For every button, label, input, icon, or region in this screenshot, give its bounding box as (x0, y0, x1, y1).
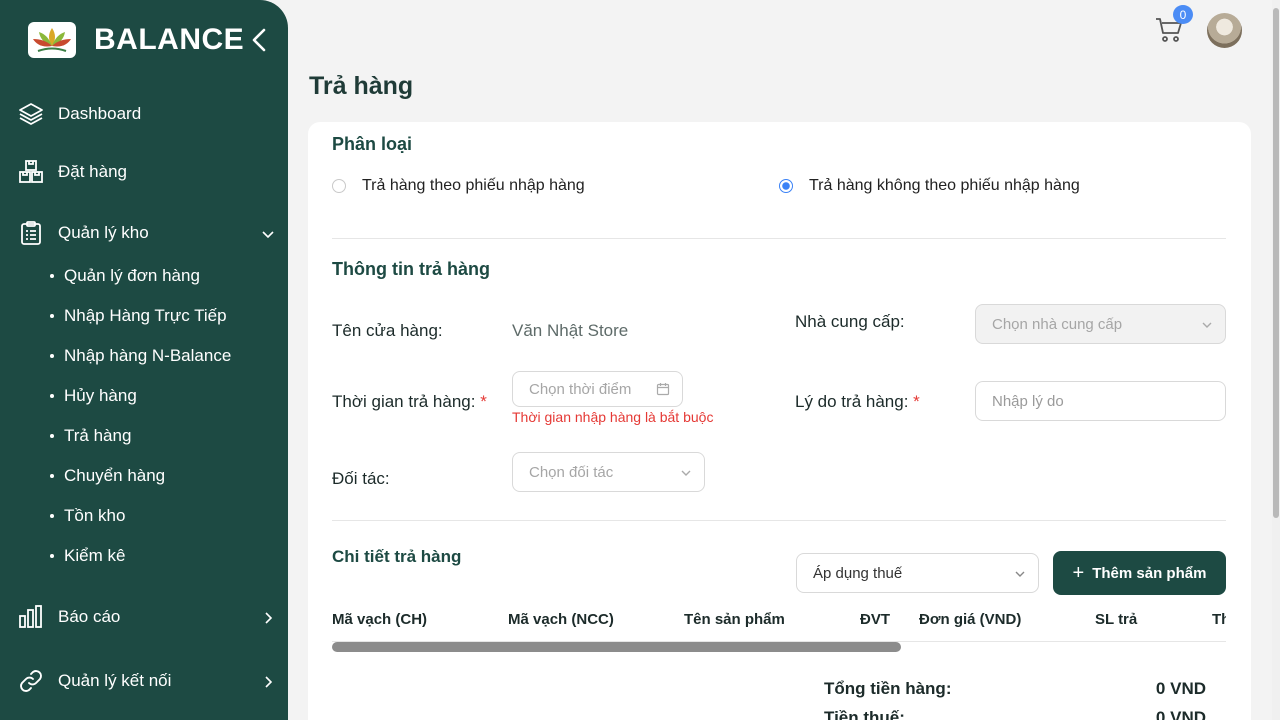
sidebar: BALANCE Dashboard Đặt hàng Quản lý kho Q… (0, 0, 288, 720)
subtotal-value: 0 VND (1155, 679, 1206, 698)
chevron-down-icon (1201, 318, 1213, 330)
store-label: Tên cửa hàng: (332, 321, 443, 340)
sidebar-subitem-cancel[interactable]: Hủy hàng (50, 386, 137, 406)
sidebar-item-reports[interactable]: Báo cáo (18, 604, 120, 630)
divider (332, 520, 1226, 521)
chevron-down-icon[interactable] (260, 226, 276, 242)
link-icon (18, 668, 44, 694)
partner-select[interactable]: Chọn đối tác (512, 452, 705, 492)
boxes-icon (18, 159, 44, 185)
column-header: Mã vạch (NCC) (508, 611, 614, 628)
calendar-icon (656, 382, 670, 396)
column-header: ĐVT (860, 611, 890, 628)
plus-icon: + (1072, 561, 1085, 584)
column-header: Đơn giá (VND) (919, 611, 1022, 628)
collapse-sidebar-icon[interactable] (246, 26, 274, 54)
return-form-card (308, 122, 1251, 720)
vertical-scrollbar-thumb[interactable] (1273, 8, 1279, 518)
brand-name: BALANCE (94, 23, 245, 56)
avatar[interactable] (1207, 13, 1242, 48)
return-info-title: Thông tin trả hàng (332, 259, 490, 279)
cart-count-badge: 0 (1173, 5, 1193, 24)
sidebar-subitem-transfer[interactable]: Chuyển hàng (50, 466, 165, 486)
radio-button-selected[interactable] (779, 179, 793, 193)
lotus-logo-icon (28, 22, 76, 58)
return-time-picker[interactable]: Chọn thời điểm (512, 371, 683, 407)
store-value: Văn Nhật Store (512, 321, 629, 340)
sidebar-item-label: Báo cáo (58, 607, 121, 626)
page-title: Trả hàng (309, 72, 414, 100)
supplier-select[interactable]: Chọn nhà cung cấp (975, 304, 1226, 344)
classification-title: Phân loại (332, 134, 413, 154)
tax-amount-label: Tiền thuế: (824, 708, 905, 720)
sidebar-item-order[interactable]: Đặt hàng (18, 159, 127, 185)
sidebar-item-label: Đặt hàng (58, 162, 127, 181)
column-header: Th (1212, 611, 1226, 628)
clipboard-icon (18, 220, 44, 246)
chevron-right-icon[interactable] (260, 610, 276, 626)
sidebar-subitem-nbalance-import[interactable]: Nhập hàng N-Balance (50, 346, 231, 366)
sidebar-subitem-inventory-check[interactable]: Kiểm kê (50, 546, 125, 566)
tax-select[interactable]: Áp dụng thuế (796, 553, 1039, 593)
radio-button[interactable] (332, 179, 346, 193)
chevron-down-icon (680, 466, 692, 478)
sidebar-subitem-return[interactable]: Trả hàng (50, 426, 131, 446)
sidebar-subitem-direct-import[interactable]: Nhập Hàng Trực Tiếp (50, 306, 227, 326)
sidebar-item-label: Quản lý kho (58, 223, 149, 242)
sidebar-subitem-stock[interactable]: Tồn kho (50, 506, 125, 526)
sidebar-item-warehouse[interactable]: Quản lý kho (18, 220, 149, 246)
chevron-right-icon[interactable] (260, 674, 276, 690)
return-details-title: Chi tiết trả hàng (332, 547, 462, 566)
brand[interactable]: BALANCE (28, 22, 244, 58)
sidebar-item-dashboard[interactable]: Dashboard (18, 101, 141, 127)
layers-icon (18, 101, 44, 127)
radio-without-receipt[interactable]: Trả hàng không theo phiếu nhập hàng (779, 177, 1080, 195)
sidebar-item-label: Dashboard (58, 104, 142, 123)
partner-label: Đối tác: (332, 469, 390, 488)
chevron-down-icon (1014, 567, 1026, 579)
column-header: Tên sản phẩm (684, 611, 785, 628)
column-header: Mã vạch (CH) (332, 611, 428, 628)
sidebar-item-connections[interactable]: Quản lý kết nối (18, 668, 171, 694)
divider (332, 238, 1226, 239)
bar-chart-icon (18, 604, 44, 630)
reason-input[interactable]: Nhập lý do (975, 381, 1226, 421)
horizontal-scrollbar-thumb[interactable] (332, 642, 901, 652)
sidebar-subitem-orders[interactable]: Quản lý đơn hàng (50, 266, 200, 286)
reason-label: Lý do trả hàng: * (795, 392, 920, 411)
return-time-label: Thời gian trả hàng: * (332, 392, 487, 411)
sidebar-item-label: Quản lý kết nối (58, 671, 172, 690)
supplier-label: Nhà cung cấp: (795, 312, 905, 331)
return-time-error: Thời gian nhập hàng là bắt buộc (512, 409, 714, 425)
subtotal-label: Tổng tiền hàng: (824, 679, 952, 698)
column-header: SL trả (1095, 611, 1138, 628)
add-product-button[interactable]: + Thêm sản phẩm (1053, 551, 1226, 595)
radio-by-receipt[interactable]: Trả hàng theo phiếu nhập hàng (332, 177, 585, 195)
tax-amount-value: 0 VND (1155, 708, 1206, 720)
